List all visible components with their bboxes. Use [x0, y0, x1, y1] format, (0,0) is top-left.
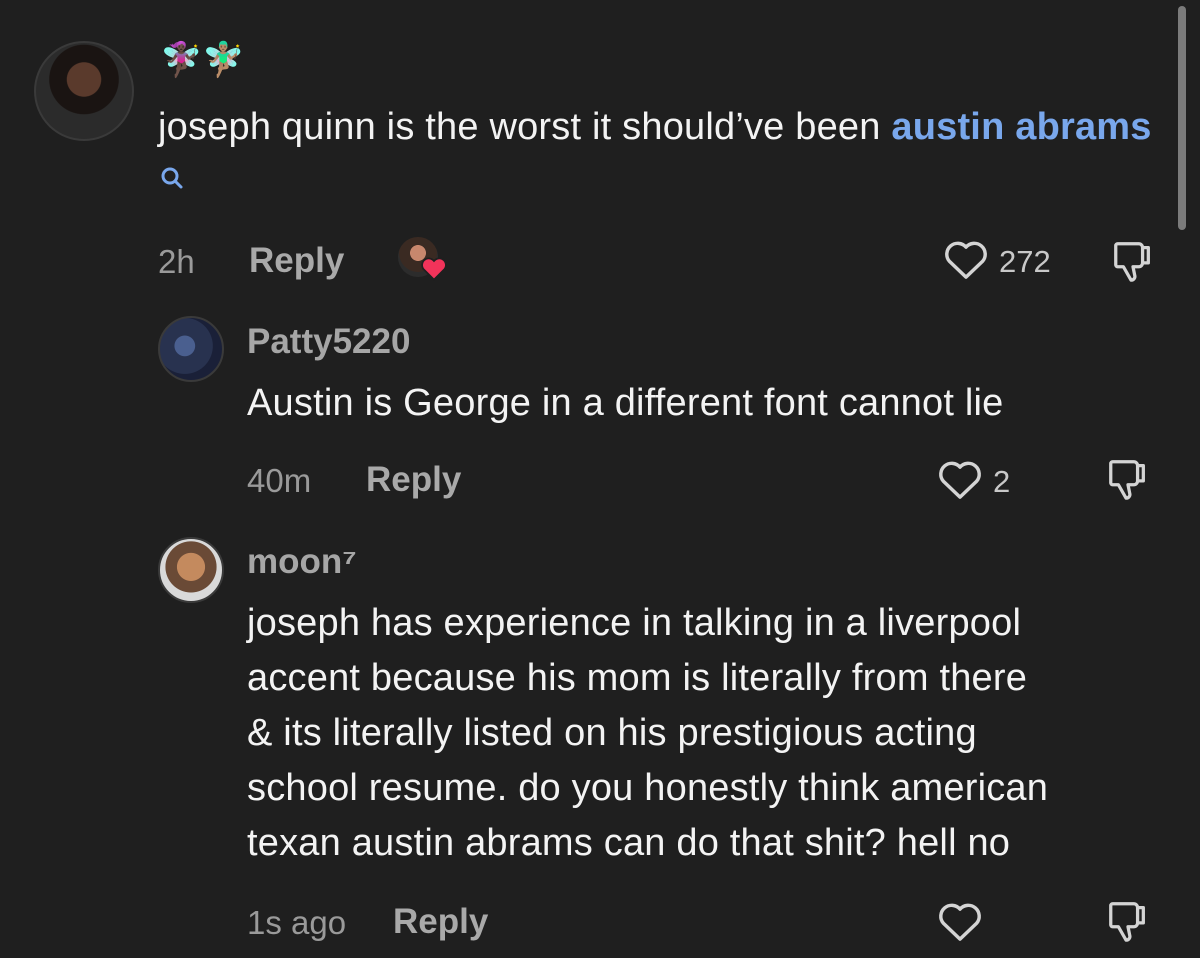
comment-username[interactable]: moon⁷ [247, 542, 357, 582]
dislike-icon [1104, 902, 1152, 948]
search-icon [160, 151, 184, 206]
dislike-icon [1104, 460, 1152, 506]
dislike-button[interactable] [1109, 238, 1157, 289]
like-count: 2 [993, 463, 1011, 499]
comment-line: texan austin abrams can do that shit? he… [247, 822, 1011, 864]
avatar[interactable] [34, 41, 134, 141]
comment-username[interactable]: 🧚🏿‍♀️🧚🏽‍♂️ [160, 40, 245, 80]
like-button[interactable] [937, 900, 993, 947]
dislike-button[interactable] [1104, 898, 1152, 949]
comment-line: joseph has experience in talking in a li… [247, 602, 1022, 644]
dislike-button[interactable] [1104, 456, 1152, 507]
comment-text: joseph has experience in talking in a li… [247, 596, 1187, 871]
reply-button[interactable]: Reply [393, 902, 488, 942]
comment-time: 40m [247, 462, 312, 499]
like-button[interactable]: 2 [937, 458, 1010, 505]
comment-username[interactable]: Patty5220 [247, 322, 410, 362]
avatar[interactable] [158, 537, 224, 603]
heart-outline-icon [937, 458, 983, 505]
like-count: 272 [999, 243, 1051, 279]
scrollbar[interactable] [1178, 6, 1186, 230]
like-button[interactable]: 272 [943, 238, 1051, 285]
reply-button[interactable]: Reply [366, 460, 461, 500]
avatar[interactable] [158, 316, 224, 382]
comment-text: joseph quinn is the worst it should’ve b… [158, 100, 1158, 210]
dislike-icon [1109, 242, 1157, 288]
creator-liked-badge [398, 237, 450, 285]
heart-outline-icon [937, 900, 983, 947]
reply-button[interactable]: Reply [249, 241, 344, 281]
heart-outline-icon [943, 238, 989, 285]
comment-text: Austin is George in a different font can… [247, 382, 1004, 424]
comment-line: school resume. do you honestly think ame… [247, 767, 1049, 809]
comment-time: 2h [158, 243, 195, 280]
comment-time: 1s ago [247, 904, 347, 941]
comment-line: & its literally listed on his prestigiou… [247, 712, 977, 754]
creator-heart-badge-icon [420, 255, 448, 286]
comment-line: accent because his mom is literally from… [247, 657, 1028, 699]
